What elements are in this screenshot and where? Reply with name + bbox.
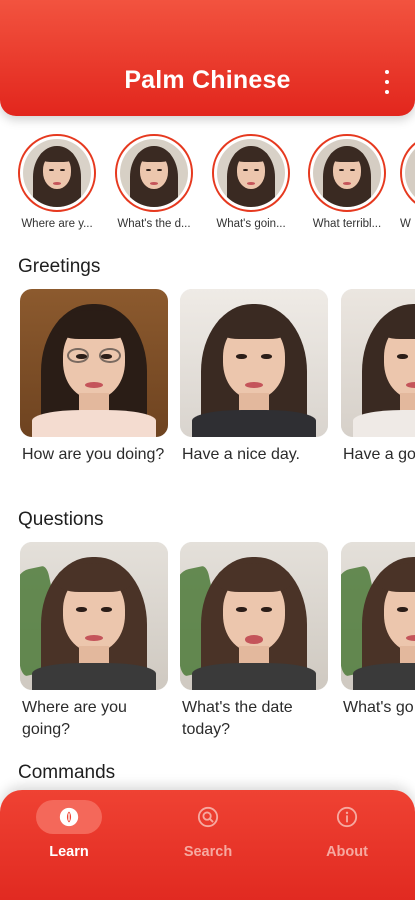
story-avatar[interactable] xyxy=(212,134,290,212)
learn-icon xyxy=(59,807,79,827)
story-item[interactable]: Where are y... xyxy=(14,134,100,230)
nav-label-about: About xyxy=(326,844,368,860)
search-icon xyxy=(197,806,219,828)
info-icon xyxy=(336,806,358,828)
story-avatar[interactable] xyxy=(400,134,415,212)
video-card-label: Have a nice day. xyxy=(182,446,300,463)
video-card-label: What's go xyxy=(343,699,414,716)
video-card-label: Have a go xyxy=(343,446,415,463)
stories-row[interactable]: Where are y... What's the d... What's go… xyxy=(0,134,415,244)
nav-pill-learn[interactable] xyxy=(36,800,102,834)
video-thumbnail[interactable] xyxy=(180,289,328,437)
video-card[interactable]: Have a nice day. xyxy=(180,289,328,466)
story-avatar[interactable] xyxy=(308,134,386,212)
story-item[interactable]: What's goin... xyxy=(208,134,294,230)
section-title-questions: Questions xyxy=(18,509,104,530)
video-thumbnail[interactable] xyxy=(341,289,415,437)
nav-item-learn[interactable]: Learn xyxy=(19,800,119,870)
nav-label-search: Search xyxy=(183,844,233,860)
story-label: W xyxy=(400,218,411,230)
story-item[interactable]: W xyxy=(400,134,415,230)
video-thumbnail[interactable] xyxy=(341,542,415,690)
story-label: What's goin... xyxy=(216,218,286,230)
story-avatar[interactable] xyxy=(115,134,193,212)
video-thumbnail[interactable] xyxy=(180,542,328,690)
app-header: Palm Chinese xyxy=(0,0,415,116)
video-card-label: How are you doing? xyxy=(22,446,165,463)
story-item[interactable]: What terribl... xyxy=(304,134,390,230)
story-avatar[interactable] xyxy=(18,134,96,212)
section-title-greetings: Greetings xyxy=(18,256,101,277)
video-card[interactable]: How are you doing? xyxy=(20,289,168,466)
story-label: Where are y... xyxy=(21,218,93,230)
section-title-commands: Commands xyxy=(18,762,116,783)
video-card[interactable]: What's go xyxy=(341,542,415,719)
questions-row[interactable]: Where are you going? What's the date tod… xyxy=(0,542,415,752)
video-card[interactable]: Have a go xyxy=(341,289,415,466)
story-item[interactable]: What's the d... xyxy=(111,134,197,230)
nav-label-learn: Learn xyxy=(49,844,89,860)
app-title: Palm Chinese xyxy=(124,66,291,94)
video-card-label: Where are you going? xyxy=(22,699,127,738)
video-card-label: What's the date today? xyxy=(182,699,293,738)
story-label: What's the d... xyxy=(117,218,191,230)
video-thumbnail[interactable] xyxy=(20,542,168,690)
video-card[interactable]: Where are you going? xyxy=(20,542,168,741)
video-thumbnail[interactable] xyxy=(20,289,168,437)
nav-item-search[interactable]: Search xyxy=(158,800,258,870)
overflow-menu-icon[interactable] xyxy=(377,70,397,94)
nav-pill-about[interactable] xyxy=(314,800,380,834)
nav-item-about[interactable]: About xyxy=(297,800,397,870)
story-label: What terribl... xyxy=(312,218,382,230)
nav-pill-search[interactable] xyxy=(175,800,241,834)
greetings-row[interactable]: How are you doing? Have a nice day. Have… xyxy=(0,289,415,499)
bottom-navigation: Learn Search About xyxy=(0,790,415,900)
video-card[interactable]: What's the date today? xyxy=(180,542,328,741)
